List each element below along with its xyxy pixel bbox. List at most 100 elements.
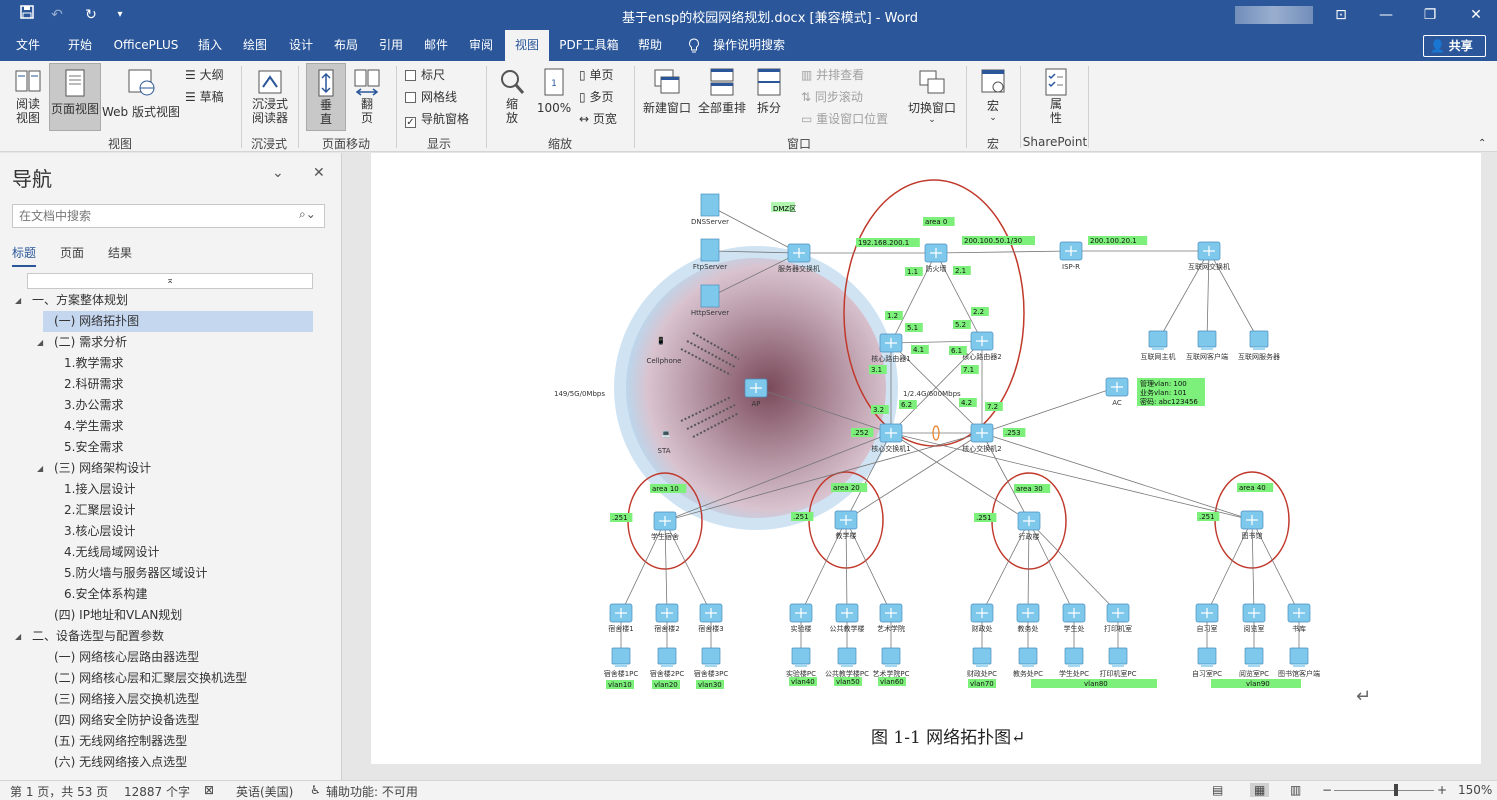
heading-item[interactable]: (四) IP地址和VLAN规划 [54, 605, 182, 626]
heading-item[interactable]: 5.防火墙与服务器区域设计 [64, 563, 207, 584]
nav-close-icon[interactable]: ✕ [313, 165, 325, 181]
heading-item[interactable]: 6.安全体系构建 [64, 584, 147, 605]
heading-item[interactable]: (四) 网络安全防护设备选型 [54, 710, 199, 731]
accessibility-status[interactable]: 辅助功能: 不可用 [326, 783, 418, 800]
zoom-slider-track[interactable] [1334, 790, 1434, 791]
multi-page-button[interactable]: ▯ 多页 [579, 88, 613, 106]
side-by-side-button[interactable]: ▥ 并排查看 [801, 66, 864, 84]
proofing-icon[interactable]: ⊠ [204, 783, 214, 797]
heading-item[interactable]: 二、设备选型与配置参数 [32, 626, 164, 647]
ruler-checkbox[interactable]: 标尺 [405, 66, 445, 84]
tab-pdf-toolbox[interactable]: PDF工具箱 [556, 30, 622, 61]
save-icon[interactable] [17, 5, 37, 25]
side-to-side-button[interactable]: 翻 页 [350, 67, 384, 125]
tab-file[interactable]: 文件 [8, 30, 48, 61]
zoom-out-button[interactable]: − [1322, 783, 1332, 797]
language-status[interactable]: 英语(美国) [236, 783, 293, 800]
tab-review[interactable]: 审阅 [461, 30, 501, 61]
zoom-level[interactable]: 150% [1458, 783, 1492, 797]
heading-item[interactable]: (一) 网络核心层路由器选型 [54, 647, 199, 668]
heading-item[interactable]: (六) 无线网络接入点选型 [54, 752, 187, 773]
tab-home[interactable]: 开始 [60, 30, 100, 61]
print-layout-status-icon[interactable]: ▦ [1250, 783, 1270, 797]
nav-options-chevron-icon[interactable]: ⌄ [272, 165, 284, 181]
zoom-slider-thumb[interactable] [1394, 784, 1398, 796]
read-mode-status-icon[interactable]: ▤ [1212, 783, 1223, 797]
heading-item[interactable]: (二) 需求分析 [54, 332, 127, 353]
nav-tab-results[interactable]: 结果 [108, 244, 132, 261]
heading-item[interactable]: 一、方案整体规划 [32, 290, 128, 311]
one-page-button[interactable]: ▯ 单页 [579, 66, 613, 84]
expand-toggle-icon[interactable]: ◢ [37, 458, 43, 479]
nav-tab-headings[interactable]: 标题 [12, 244, 37, 267]
minimize-button[interactable]: — [1375, 4, 1397, 26]
nav-pane-checkbox[interactable]: ✓ 导航窗格 [405, 110, 469, 128]
tab-help[interactable]: 帮助 [630, 30, 670, 61]
tell-me-search[interactable]: 操作说明搜索 [709, 30, 789, 61]
heading-item[interactable]: 2.科研需求 [64, 374, 123, 395]
web-layout-button[interactable]: Web 版式视图 [101, 67, 181, 120]
page-count[interactable]: 第 1 页，共 53 页 [10, 783, 108, 800]
heading-item[interactable]: 5.安全需求 [64, 437, 123, 458]
heading-item[interactable]: (三) 网络接入层交换机选型 [54, 689, 199, 710]
tab-mailings[interactable]: 邮件 [416, 30, 456, 61]
tab-insert[interactable]: 插入 [190, 30, 230, 61]
switch-window-button[interactable]: 切换窗口 ⌄ [905, 67, 959, 125]
heading-item[interactable]: (三) 网络架构设计 [54, 458, 151, 479]
tab-view[interactable]: 视图 [505, 30, 549, 61]
vertical-scroll-button[interactable]: 垂 直 [306, 63, 346, 131]
tab-references[interactable]: 引用 [371, 30, 411, 61]
zoom-button[interactable]: 缩 放 [494, 67, 530, 125]
new-window-button[interactable]: 新建窗口 [640, 67, 694, 116]
user-avatar[interactable] [1235, 6, 1313, 24]
pane-splitter[interactable] [341, 153, 371, 780]
tab-draw[interactable]: 绘图 [235, 30, 275, 61]
customize-qat-icon[interactable]: ▾ [110, 5, 130, 25]
word-count[interactable]: 12887 个字 [124, 783, 190, 800]
expand-toggle-icon[interactable]: ◢ [15, 290, 21, 311]
heading-item[interactable]: 3.核心层设计 [64, 521, 135, 542]
page-width-button[interactable]: ↔ 页宽 [579, 110, 617, 128]
expand-toggle-icon[interactable]: ◢ [15, 626, 21, 647]
undo-icon[interactable]: ↶ [47, 5, 67, 25]
redo-icon[interactable]: ↻ [81, 5, 101, 25]
tab-layout[interactable]: 布局 [326, 30, 366, 61]
heading-item[interactable]: 1.教学需求 [64, 353, 123, 374]
tab-design[interactable]: 设计 [281, 30, 321, 61]
nav-search-input[interactable]: 在文档中搜索 [12, 204, 325, 228]
heading-item[interactable]: 2.汇聚层设计 [64, 500, 135, 521]
restore-button[interactable]: ❐ [1419, 4, 1441, 26]
share-button[interactable]: 👤 共享 ⌄ [1423, 35, 1486, 73]
split-button[interactable]: 拆分 [752, 67, 786, 116]
heading-item[interactable]: 3.办公需求 [64, 395, 123, 416]
reset-window-button[interactable]: ▭ 重设窗口位置 [801, 110, 888, 128]
nav-tab-pages[interactable]: 页面 [60, 244, 84, 261]
tab-officeplus[interactable]: OfficePLUS [108, 30, 184, 61]
heading-item[interactable]: 4.学生需求 [64, 416, 123, 437]
heading-item[interactable]: 4.无线局域网设计 [64, 542, 159, 563]
outline-button[interactable]: ☰ 大纲 [185, 66, 224, 84]
search-icon[interactable]: ⌕⌄ [299, 207, 316, 222]
print-layout-button[interactable]: 页面视图 [49, 63, 101, 131]
ribbon-display-icon[interactable]: ⊡ [1330, 4, 1352, 26]
vertical-scrollbar[interactable] [1481, 153, 1497, 780]
arrange-all-button[interactable]: 全部重排 [696, 67, 748, 116]
read-mode-button[interactable]: 阅读 视图 [8, 67, 48, 125]
immersive-reader-button[interactable]: 沉浸式 阅读器 [248, 67, 292, 125]
zoom-in-button[interactable]: + [1437, 783, 1447, 797]
heading-item[interactable]: (一) 网络拓扑图 [43, 311, 313, 332]
close-button[interactable]: ✕ [1465, 4, 1487, 26]
collapse-all-icon[interactable]: ⌅ [27, 273, 313, 289]
heading-item[interactable]: (五) 无线网络控制器选型 [54, 731, 187, 752]
properties-button[interactable]: 属 性 [1036, 67, 1076, 125]
collapse-ribbon-icon[interactable]: ⌃ [1478, 135, 1486, 153]
zoom-100-button[interactable]: 1 100% [535, 67, 573, 115]
heading-item[interactable]: 1.接入层设计 [64, 479, 135, 500]
sync-scroll-button[interactable]: ⇅ 同步滚动 [801, 88, 863, 106]
macros-button[interactable]: 宏 ⌄ [975, 67, 1011, 123]
draft-button[interactable]: ☰ 草稿 [185, 88, 224, 106]
gridlines-checkbox[interactable]: 网格线 [405, 88, 457, 106]
expand-toggle-icon[interactable]: ◢ [37, 332, 43, 353]
web-layout-status-icon[interactable]: ▥ [1290, 783, 1301, 797]
heading-item[interactable]: (二) 网络核心层和汇聚层交换机选型 [54, 668, 247, 689]
